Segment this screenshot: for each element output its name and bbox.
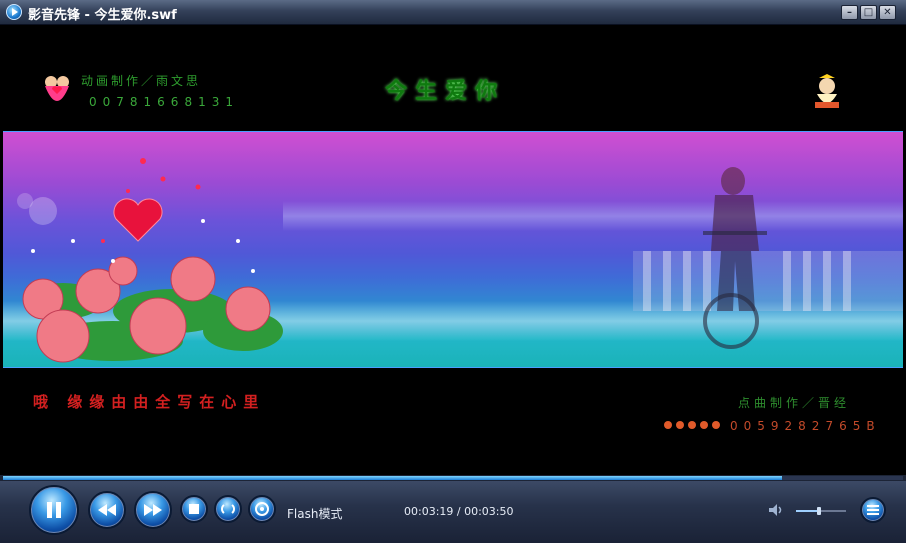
decorative-dots	[664, 421, 720, 429]
close-icon: ✕	[883, 7, 892, 18]
lyric-text: 哦 缘缘由由全写在心里	[33, 393, 266, 411]
seek-track[interactable]	[3, 476, 903, 480]
repeat-button[interactable]	[214, 495, 242, 523]
top-phone-text: 00781668131	[89, 95, 239, 109]
bottom-credit-text: 点曲制作／晋经	[738, 396, 851, 410]
fast-forward-button[interactable]	[134, 491, 172, 529]
top-credit-text: 动画制作／雨文思	[81, 74, 202, 88]
volume-icon[interactable]	[768, 503, 784, 517]
stop-icon	[182, 497, 206, 521]
maximize-button[interactable]: □	[860, 5, 877, 20]
roses-heart-graphic	[17, 158, 283, 363]
open-file-icon	[250, 497, 274, 521]
pause-icon	[31, 487, 77, 533]
scene-bottom-line	[3, 367, 903, 368]
cartoon-couple-icon	[45, 76, 69, 101]
repeat-icon	[216, 497, 240, 521]
app-logo-icon[interactable]	[6, 4, 22, 20]
song-title-text: 今生爱你	[385, 79, 506, 104]
volume-thumb[interactable]	[817, 507, 821, 515]
rewind-icon	[90, 493, 124, 527]
seek-progress	[3, 476, 782, 480]
volume-slider[interactable]	[796, 507, 846, 515]
playlist-icon	[862, 499, 884, 521]
title-bar[interactable]: 影音先锋 - 今生爱你.swf – □ ✕	[0, 0, 906, 25]
cyclist-graphic	[633, 167, 903, 349]
volume-level	[796, 510, 819, 512]
pause-button[interactable]	[29, 485, 79, 535]
time-display: 00:03:19 / 00:03:50	[404, 505, 514, 518]
open-file-button[interactable]	[248, 495, 276, 523]
control-bar: Flash模式 00:03:19 / 00:03:50	[0, 481, 906, 543]
minimize-icon: –	[847, 7, 852, 18]
stop-button[interactable]	[180, 495, 208, 523]
minimize-button[interactable]: –	[841, 5, 858, 20]
maximize-icon: □	[863, 7, 874, 18]
playlist-button[interactable]	[860, 497, 886, 523]
mode-label[interactable]: Flash模式	[287, 505, 342, 522]
rewind-button[interactable]	[88, 491, 126, 529]
window-title: 影音先锋 - 今生爱你.swf	[28, 8, 177, 23]
player-window: 影音先锋 - 今生爱你.swf – □ ✕ 动画制作／雨文思 007816681…	[0, 0, 906, 543]
scene-top-line	[3, 131, 903, 132]
video-stage[interactable]: 动画制作／雨文思 00781668131 今生爱你 哦 缘缘由由全写在心里 点曲…	[3, 25, 903, 475]
video-scene	[3, 131, 903, 367]
cartoon-angel-icon	[815, 74, 839, 108]
bottom-phone-text: 0059282765B	[730, 419, 881, 433]
close-button[interactable]: ✕	[879, 5, 896, 20]
fast-forward-icon	[136, 493, 170, 527]
